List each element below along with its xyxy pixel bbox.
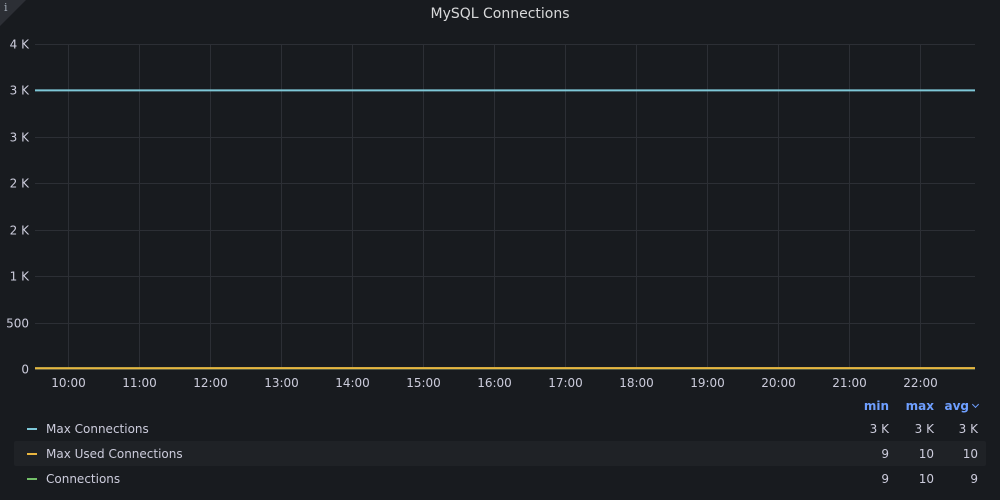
x-tick-label: 13:00 [264,376,299,390]
y-tick-label: 4 K [10,38,30,52]
y-tick-label: 500 [6,317,29,331]
legend-series-name[interactable]: Max Connections [46,422,831,436]
x-tick-label: 11:00 [122,376,157,390]
x-tick-label: 21:00 [832,376,867,390]
legend-header-avg-label: avg [944,399,969,413]
x-tick-label: 16:00 [477,376,512,390]
x-tick-label: 12:00 [193,376,228,390]
y-tick-label: 3 K [10,131,30,145]
chart-svg: 0 500 1 K 2 K 2 K 3 K 3 K 4 K 10:00 11:00 12:00 13:… [6,38,976,390]
x-tick-label: 19:00 [690,376,725,390]
legend-avg-value: 3 K [958,421,978,436]
x-tick-label: 15:00 [406,376,441,390]
legend-header-min[interactable]: min [831,399,889,413]
y-tick-label: 2 K [10,224,30,238]
y-tick-label: 2 K [10,177,30,191]
legend-min-value: 3 K [869,421,889,436]
legend-row-connections[interactable]: Connections 9 10 9 [14,466,986,491]
legend-header: min max avg [14,396,986,416]
sort-chevron-down-icon [971,400,980,409]
x-tick-label: 20:00 [761,376,796,390]
legend-min-value: 9 [881,446,889,461]
legend-series-name[interactable]: Connections [46,472,831,486]
legend-max-value: 10 [918,446,934,461]
series-color-swatch[interactable] [27,452,37,455]
legend-series-name[interactable]: Max Used Connections [46,447,831,461]
x-tick-label: 14:00 [335,376,370,390]
legend-row-max-used-connections[interactable]: Max Used Connections 9 10 10 [14,441,986,466]
series-color-swatch[interactable] [27,477,37,480]
legend: min max avg Max Connections 3 K 3 K 3 K … [14,396,986,491]
x-tick-label: 10:00 [51,376,86,390]
x-tick-label: 18:00 [619,376,654,390]
y-tick-label: 1 K [10,270,30,284]
series-color-swatch[interactable] [27,427,37,430]
y-tick-label: 3 K [10,84,30,98]
legend-max-value: 3 K [914,421,934,436]
legend-header-avg[interactable]: avg [934,399,986,413]
legend-min-value: 9 [881,471,889,486]
legend-header-max[interactable]: max [889,399,934,413]
legend-avg-value: 10 [962,446,978,461]
y-tick-label: 0 [21,363,29,377]
x-tick-label: 17:00 [548,376,583,390]
legend-max-value: 10 [918,471,934,486]
legend-avg-value: 9 [970,471,978,486]
legend-row-max-connections[interactable]: Max Connections 3 K 3 K 3 K [14,416,986,441]
x-tick-label: 22:00 [903,376,938,390]
